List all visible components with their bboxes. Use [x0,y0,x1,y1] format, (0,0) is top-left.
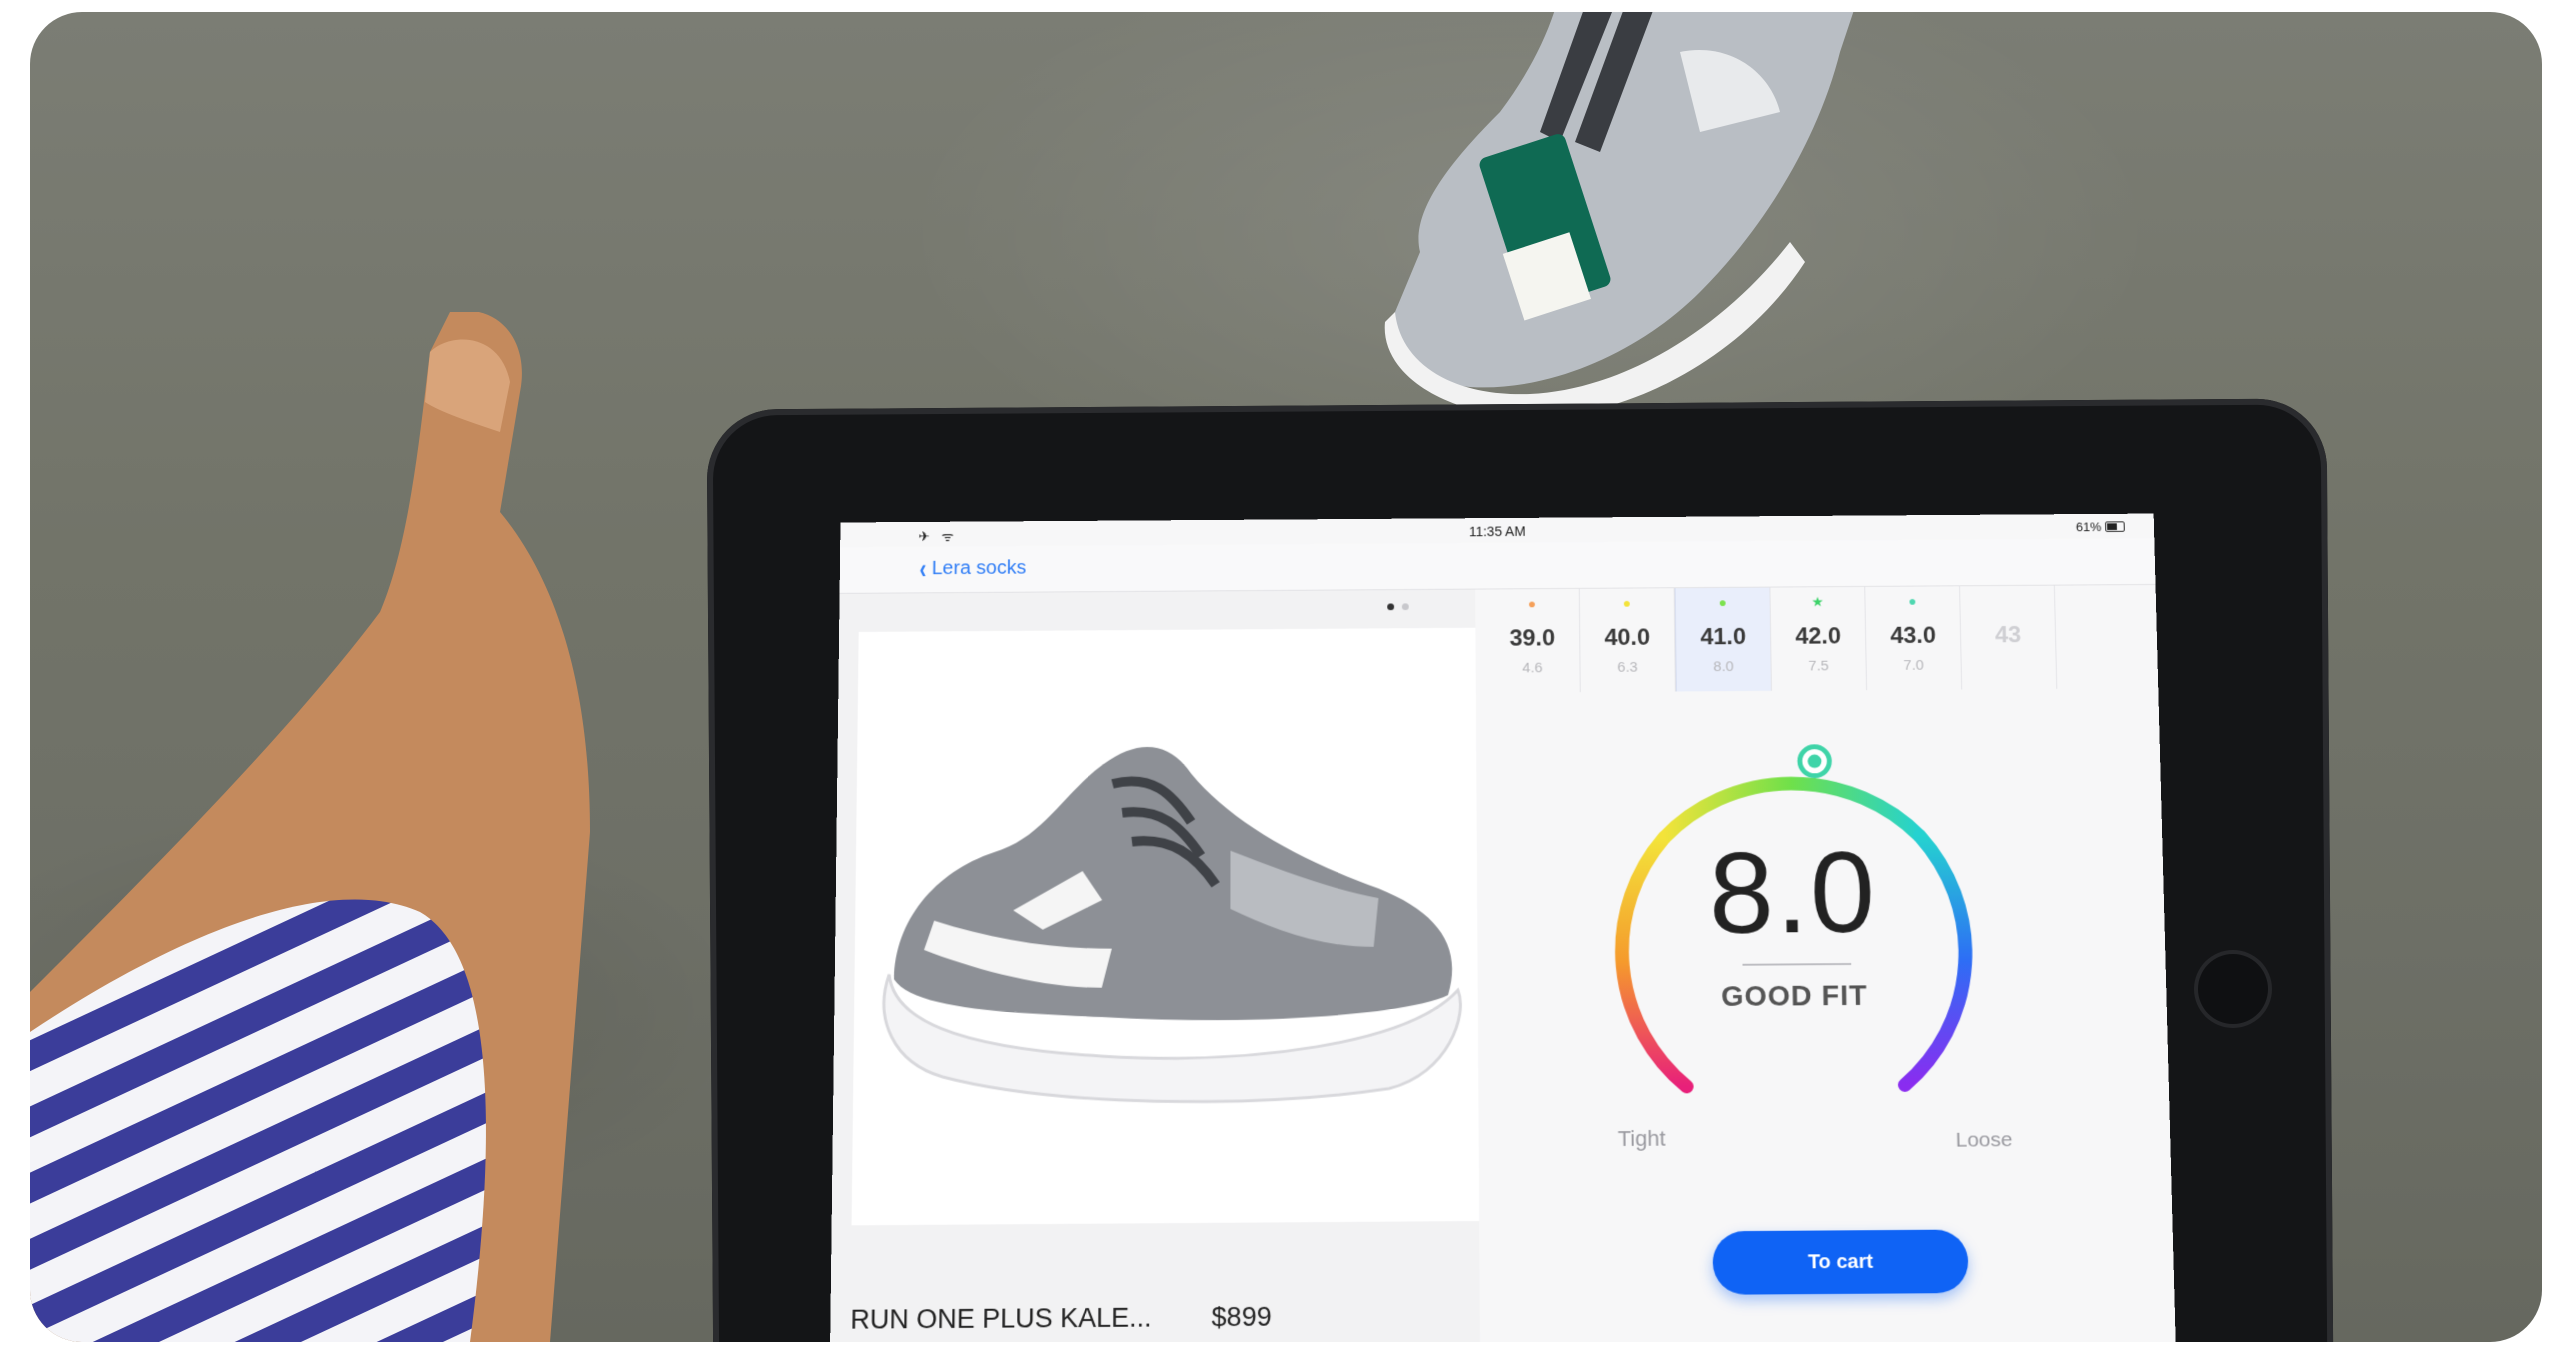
fit-score: 8.0 [1708,828,1878,959]
size-indicator-icon: ● [1718,594,1727,610]
size-option-41-0[interactable]: ● 41.0 8.0 [1674,587,1772,692]
tight-label: Tight [1617,1125,1666,1151]
size-option-40-0[interactable]: ● 40.0 6.3 [1579,588,1676,693]
size-indicator-icon: ● [1622,595,1632,611]
size-indicator-icon [1960,593,2054,594]
size-fit-value [1962,656,2056,657]
back-label: Lera socks [931,557,1027,579]
page-dot[interactable] [1387,603,1395,611]
size-indicator-icon: ● [1527,595,1537,612]
status-battery: 61% [2076,519,2125,534]
gallery-page-indicator[interactable] [1387,603,1409,611]
product-image[interactable] [851,627,1480,1226]
size-selector[interactable]: ● 39.0 4.6 ● 40.0 6.3 ● 41.0 8.0 ★ 42.0 7.5 ● 43.0 7.0… [1484,585,2158,693]
size-option-42-0[interactable]: ★ 42.0 7.5 [1770,586,1868,691]
size-fit-value: 4.6 [1522,659,1543,677]
size-eu-value: 42.0 [1795,623,1842,650]
battery-icon [2105,521,2125,532]
back-button[interactable]: ‹ Lera socks [918,552,1027,585]
size-eu-value: 43 [1994,622,2022,649]
size-eu-value: 40.0 [1604,624,1651,651]
page-dot[interactable] [1401,603,1409,611]
worn-sneaker-with-tag [1384,12,1854,412]
size-indicator-icon: ● [1908,593,1917,609]
product-footer: RUN ONE PLUS KALE... $899 [850,1302,1271,1336]
size-fit-value: 8.0 [1713,658,1734,675]
size-option-43[interactable]: 43 [1960,585,2058,690]
grey-running-shoe-image [852,744,1480,1226]
size-fit-value: 7.0 [1903,657,1925,674]
size-indicator-icon: ★ [1811,593,1824,610]
size-option-43-0[interactable]: ● 43.0 7.0 [1865,586,1963,691]
tablet-screen: ✈ ᯤ 11:35 AM 61% ‹ Lera socks RUN ONE PL… [829,513,2176,1342]
product-price: $899 [1211,1301,1272,1333]
photo-scene: ✈ ᯤ 11:35 AM 61% ‹ Lera socks RUN ONE PL… [30,12,2542,1342]
size-eu-value: 43.0 [1889,622,1937,649]
loose-label: Loose [1955,1128,2013,1152]
size-fit-value: 7.5 [1808,657,1829,675]
fit-panel: ● 39.0 4.6 ● 40.0 6.3 ● 41.0 8.0 ★ 42.0 7.5 ● 43.0 7.0… [1475,585,2176,1342]
tablet-home-button[interactable] [2198,954,2268,1024]
product-panel: RUN ONE PLUS KALE... $899 [829,589,1481,1342]
size-option-39-0[interactable]: ● 39.0 4.6 [1484,588,1581,693]
size-eu-value: 39.0 [1509,625,1556,652]
to-cart-button[interactable]: To cart [1712,1229,1969,1295]
fit-label: GOOD FIT [1720,980,1868,1013]
battery-percent: 61% [2075,519,2102,535]
chevron-left-icon: ‹ [919,552,927,585]
size-eu-value: 41.0 [1700,623,1747,651]
size-fit-value: 6.3 [1617,659,1638,676]
product-name[interactable]: RUN ONE PLUS KALE... [850,1303,1152,1336]
